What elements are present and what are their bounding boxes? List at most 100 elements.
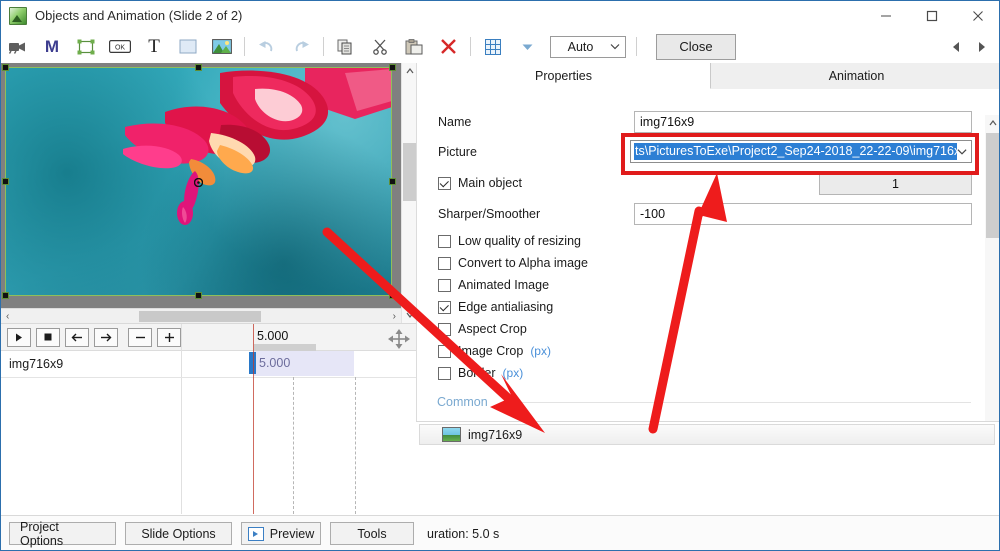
checkbox-label: Animated Image bbox=[458, 278, 550, 292]
delete-icon[interactable] bbox=[431, 32, 465, 61]
grid-dropdown-arrow-icon[interactable] bbox=[510, 32, 544, 61]
timeline-toolbar: 5.000 bbox=[1, 324, 416, 351]
picture-label: Picture bbox=[438, 145, 477, 159]
checkbox-label: Convert to Alpha image bbox=[458, 256, 588, 270]
list-item[interactable]: img716x9 bbox=[419, 424, 995, 445]
scroll-up-arrow[interactable] bbox=[985, 115, 999, 131]
checkbox-border[interactable]: Border (px) bbox=[438, 366, 523, 380]
image-object-icon[interactable] bbox=[205, 32, 239, 61]
move-tool-icon[interactable] bbox=[387, 328, 411, 350]
scrollbar-thumb[interactable] bbox=[403, 143, 416, 201]
preview-horizontal-scrollbar[interactable]: ‹ › bbox=[1, 308, 401, 324]
copy-icon[interactable] bbox=[329, 32, 363, 61]
mask-icon[interactable]: M bbox=[35, 32, 69, 61]
tab-properties[interactable]: Properties bbox=[417, 63, 711, 89]
redo-icon[interactable] bbox=[284, 32, 318, 61]
sharper-input[interactable]: -100 bbox=[634, 203, 972, 225]
checkbox-label: Low quality of resizing bbox=[458, 234, 581, 248]
text-object-icon[interactable]: T bbox=[137, 32, 171, 61]
properties-vertical-scrollbar[interactable] bbox=[985, 115, 999, 462]
checkbox-convert-to-alpha[interactable]: Convert to Alpha image bbox=[438, 256, 588, 270]
paste-icon[interactable] bbox=[397, 32, 431, 61]
slide-duration-label: uration: 5.0 s bbox=[427, 526, 500, 541]
zoom-in-button[interactable] bbox=[157, 327, 181, 347]
next-keyframe-button[interactable] bbox=[94, 327, 118, 347]
play-button[interactable] bbox=[7, 327, 31, 347]
checkbox-box[interactable] bbox=[438, 322, 451, 336]
close-icon[interactable] bbox=[955, 1, 999, 30]
cut-icon[interactable] bbox=[363, 32, 397, 61]
stop-button[interactable] bbox=[36, 327, 60, 347]
scroll-right-arrow[interactable]: › bbox=[388, 311, 401, 322]
zorder-field[interactable]: 1 bbox=[819, 173, 972, 195]
checkbox-box[interactable] bbox=[438, 256, 451, 270]
next-slide-arrow[interactable] bbox=[976, 41, 987, 53]
chevron-down-icon[interactable] bbox=[957, 148, 967, 156]
frame-shape-icon[interactable] bbox=[69, 32, 103, 61]
scroll-up-arrow[interactable] bbox=[402, 63, 417, 79]
checkbox-label: Image Crop bbox=[458, 344, 524, 358]
sharper-label: Sharper/Smoother bbox=[438, 207, 541, 221]
checkbox-aspect-crop[interactable]: Aspect Crop bbox=[438, 322, 527, 336]
tab-animation[interactable]: Animation bbox=[711, 63, 999, 89]
resize-handle[interactable] bbox=[2, 292, 9, 299]
preview-button[interactable]: Preview bbox=[241, 522, 321, 545]
checkbox-main-object[interactable]: Main object bbox=[438, 176, 522, 190]
scroll-down-arrow[interactable] bbox=[402, 307, 417, 323]
timeline-clip-time: 5.000 bbox=[259, 356, 291, 370]
project-options-button[interactable]: Project Options bbox=[9, 520, 116, 548]
prev-slide-arrow[interactable] bbox=[951, 41, 962, 53]
objects-and-animation-window: Objects and Animation (Slide 2 of 2) M O… bbox=[0, 0, 1000, 551]
resize-handle[interactable] bbox=[195, 64, 202, 71]
picture-path-combobox[interactable]: ts\PicturesToExe\Project2_Sep24-2018_22-… bbox=[630, 140, 972, 163]
grid-icon[interactable] bbox=[476, 32, 510, 61]
zoom-out-button[interactable] bbox=[128, 327, 152, 347]
resize-handle[interactable] bbox=[389, 64, 396, 71]
name-input[interactable]: img716x9 bbox=[634, 111, 972, 133]
timeline-panel: 5.000 img716x9 5.000 bbox=[1, 323, 416, 514]
checkbox-edge-antialiasing[interactable]: Edge antialiasing bbox=[438, 300, 553, 314]
resize-handle[interactable] bbox=[2, 64, 9, 71]
checkbox-box[interactable] bbox=[438, 176, 451, 190]
timeline-playhead[interactable] bbox=[253, 324, 254, 351]
checkbox-label: Aspect Crop bbox=[458, 322, 527, 336]
preview-label: Preview bbox=[269, 526, 315, 541]
resize-handle[interactable] bbox=[389, 178, 396, 185]
checkbox-box[interactable] bbox=[438, 344, 451, 358]
checkbox-box[interactable] bbox=[438, 366, 451, 380]
timeline-track-row[interactable]: img716x9 bbox=[1, 351, 416, 378]
timeline-ruler-time: 5.000 bbox=[257, 329, 289, 343]
minimize-icon[interactable] bbox=[863, 1, 909, 30]
checkbox-box[interactable] bbox=[438, 278, 451, 292]
rectangle-object-icon[interactable] bbox=[171, 32, 205, 61]
resize-handle[interactable] bbox=[389, 292, 396, 299]
checkbox-animated-image[interactable]: Animated Image bbox=[438, 278, 549, 292]
zoom-select-value: Auto bbox=[567, 39, 594, 54]
svg-text:OK: OK bbox=[115, 44, 125, 51]
timeline-track-name: img716x9 bbox=[9, 357, 64, 371]
slide-options-button[interactable]: Slide Options bbox=[125, 522, 232, 545]
name-label: Name bbox=[438, 115, 472, 129]
slide-preview-canvas[interactable] bbox=[1, 63, 401, 308]
object-list: img716x9 bbox=[416, 421, 999, 516]
maximize-icon[interactable] bbox=[909, 1, 955, 30]
close-button[interactable]: Close bbox=[656, 33, 736, 60]
checkbox-box[interactable] bbox=[438, 300, 451, 314]
video-camera-icon[interactable] bbox=[1, 32, 35, 61]
title-bar: Objects and Animation (Slide 2 of 2) bbox=[1, 1, 999, 30]
scroll-left-arrow[interactable]: ‹ bbox=[1, 311, 14, 322]
prev-keyframe-button[interactable] bbox=[65, 327, 89, 347]
tools-button[interactable]: Tools bbox=[330, 522, 414, 545]
zoom-select[interactable]: Auto bbox=[550, 35, 626, 58]
scrollbar-thumb[interactable] bbox=[986, 133, 999, 238]
resize-handle[interactable] bbox=[195, 292, 202, 299]
resize-handle[interactable] bbox=[2, 178, 9, 185]
scrollbar-thumb[interactable] bbox=[139, 311, 261, 322]
checkbox-image-crop[interactable]: Image Crop (px) bbox=[438, 344, 551, 358]
preview-vertical-scrollbar[interactable] bbox=[401, 63, 417, 323]
button-object-icon[interactable]: OK bbox=[103, 32, 137, 61]
undo-icon[interactable] bbox=[250, 32, 284, 61]
checkbox-low-quality-resizing[interactable]: Low quality of resizing bbox=[438, 234, 581, 248]
section-divider bbox=[501, 402, 971, 403]
checkbox-box[interactable] bbox=[438, 234, 451, 248]
